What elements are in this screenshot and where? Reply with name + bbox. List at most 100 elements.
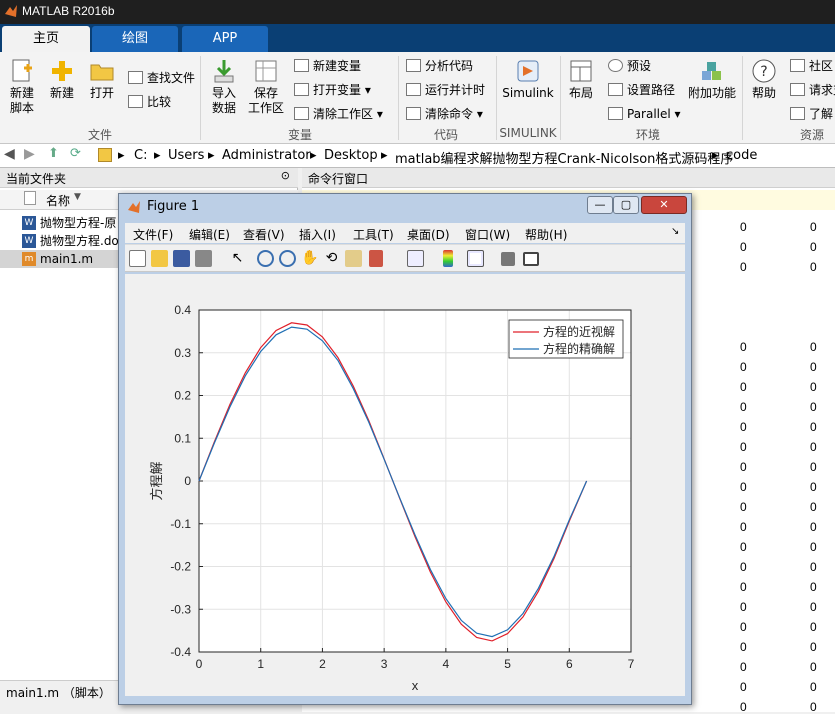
parallel-button[interactable]: Parallel ▾ [608, 106, 681, 122]
breadcrumb-segment[interactable]: matlab编程求解抛物型方程Crank-Nicolson格式源码程序 [395, 148, 733, 167]
command-output-value: 0 [810, 600, 817, 614]
minimize-button[interactable]: — [587, 196, 613, 214]
link-plot-icon[interactable] [407, 250, 424, 267]
menu-help[interactable]: 帮助(H) [525, 226, 567, 243]
command-output-value: 0 [810, 220, 817, 234]
menu-window[interactable]: 窗口(W) [465, 226, 510, 243]
plot-axes[interactable]: 0 1 2 3 4 5 6 7 0.4 0.3 0.2 0.1 0 -0.1 -0.2 -0.3 -0.4 x 方程… [125, 274, 685, 696]
clear-commands-label: 清除命令 [425, 107, 474, 121]
command-output-value: 0 [810, 640, 817, 654]
panel-menu-icon[interactable]: ⊙ [281, 169, 290, 182]
zoom-out-icon[interactable] [279, 250, 296, 267]
set-path-button[interactable]: 设置路径 [608, 82, 675, 98]
new-variable-button[interactable]: 新建变量 [294, 58, 361, 74]
clear-workspace-button[interactable]: 清除工作区 ▾ [294, 106, 383, 122]
breadcrumb-segment[interactable]: code [726, 148, 757, 163]
figure-titlebar[interactable]: Figure 1 — ▢ ✕ [119, 194, 691, 220]
data-cursor-icon[interactable] [345, 250, 362, 267]
learn-icon [790, 107, 805, 120]
up-folder-icon[interactable]: ⬆ [48, 146, 59, 161]
tab-home[interactable]: 主页 [2, 26, 90, 52]
legend-icon[interactable] [467, 250, 484, 267]
layout-label: 布局 [568, 86, 593, 100]
preferences-button[interactable]: 预设 [608, 58, 651, 74]
command-output-value: 0 [740, 240, 747, 254]
tab-apps[interactable]: APP [182, 26, 268, 52]
new-button[interactable]: 新建 [44, 58, 80, 101]
save-icon[interactable] [173, 250, 190, 267]
forward-arrow-icon[interactable]: ▶ [24, 146, 35, 162]
legend-entry: 方程的精确解 [543, 341, 615, 356]
show-plot-tools-icon[interactable] [523, 252, 539, 266]
command-output-value: 0 [810, 500, 817, 514]
new-figure-icon[interactable] [129, 250, 146, 267]
command-output-value: 0 [740, 460, 747, 474]
import-icon [214, 60, 234, 83]
request-support-button[interactable]: 请求支 [790, 82, 835, 98]
column-name-label: 名称 [46, 194, 71, 208]
tab-plots[interactable]: 绘图 [92, 26, 178, 52]
breadcrumb-drive[interactable]: C: [134, 148, 147, 163]
group-environment-label: 环境 [635, 128, 660, 142]
breadcrumb-segment[interactable]: Desktop [324, 148, 378, 163]
command-output-value: 0 [810, 520, 817, 534]
y-axis-label: 方程解 [149, 461, 165, 500]
clear-commands-button[interactable]: 清除命令 ▾ [406, 106, 483, 122]
open-label: 打开 [89, 86, 114, 100]
command-output-value: 0 [740, 500, 747, 514]
rotate-3d-icon[interactable]: ⟲ [323, 250, 340, 267]
sort-arrow-icon: ▼ [74, 192, 81, 202]
zoom-in-icon[interactable] [257, 250, 274, 267]
ribbon-tabs: 主页 绘图 APP [0, 24, 835, 52]
open-variable-button[interactable]: 打开变量 ▾ [294, 82, 371, 98]
ribbon-divider [560, 56, 561, 140]
new-variable-label: 新建变量 [313, 59, 362, 73]
menu-tools[interactable]: 工具(T) [353, 226, 394, 243]
compare-button[interactable]: 比较 [128, 94, 171, 110]
pan-hand-icon[interactable]: ✋ [301, 250, 318, 267]
save-workspace-button[interactable]: 保存 工作区 [246, 58, 286, 116]
breadcrumb-segment[interactable]: Users [168, 148, 204, 163]
back-arrow-icon[interactable]: ◀ [4, 146, 15, 162]
dock-arrow-icon[interactable]: ↘ [671, 226, 679, 237]
x-tick-label: 5 [504, 657, 511, 671]
y-tick-label: 0.2 [174, 389, 191, 403]
menu-desktop[interactable]: 桌面(D) [407, 226, 450, 243]
y-tick-label: 0 [184, 474, 191, 488]
colorbar-icon[interactable] [443, 250, 453, 267]
menu-edit[interactable]: 编辑(E) [189, 226, 230, 243]
menu-file[interactable]: 文件(F) [133, 226, 173, 243]
pointer-icon[interactable]: ↖ [229, 250, 246, 267]
menu-insert[interactable]: 插入(I) [299, 226, 336, 243]
x-axis-label: x [412, 678, 419, 693]
layout-button[interactable]: 布局 [564, 58, 598, 101]
run-and-time-button[interactable]: 运行并计时 [406, 82, 485, 98]
parallel-label: Parallel [627, 107, 671, 121]
new-script-button[interactable]: 新建 脚本 [4, 58, 40, 116]
community-button[interactable]: 社区 [790, 58, 833, 74]
open-file-icon[interactable] [151, 250, 168, 267]
brush-icon[interactable] [369, 250, 383, 267]
menu-view[interactable]: 查看(V) [243, 226, 285, 243]
maximize-button[interactable]: ▢ [613, 196, 639, 214]
command-output-value: 0 [740, 600, 747, 614]
addons-button[interactable]: 附加功能 [688, 58, 736, 101]
hide-plot-tools-icon[interactable] [501, 252, 515, 266]
print-icon[interactable] [195, 250, 212, 267]
simulink-button[interactable]: Simulink [502, 58, 554, 101]
breadcrumb-segment[interactable]: Administrator [222, 148, 311, 163]
y-tick-label: 0.1 [174, 431, 191, 445]
group-variable-label: 变量 [287, 128, 312, 142]
learn-button[interactable]: 了解 [790, 106, 833, 122]
open-button[interactable]: 打开 [84, 58, 120, 101]
address-bar[interactable]: ◀ ▶ ⬆ ⟳ ▸ C: ▸ Users ▸ Administrator ▸ D… [0, 144, 835, 168]
browse-icon[interactable]: ⟳ [70, 146, 81, 161]
analyze-code-button[interactable]: 分析代码 [406, 58, 473, 74]
close-button[interactable]: ✕ [641, 196, 687, 214]
command-output-value: 0 [810, 400, 817, 414]
command-output-value: 0 [740, 680, 747, 694]
import-data-button[interactable]: 导入 数据 [206, 58, 242, 116]
help-button[interactable]: ? 帮助 [748, 58, 780, 101]
find-files-button[interactable]: 查找文件 [128, 70, 195, 86]
simulink-label: Simulink [502, 86, 554, 100]
